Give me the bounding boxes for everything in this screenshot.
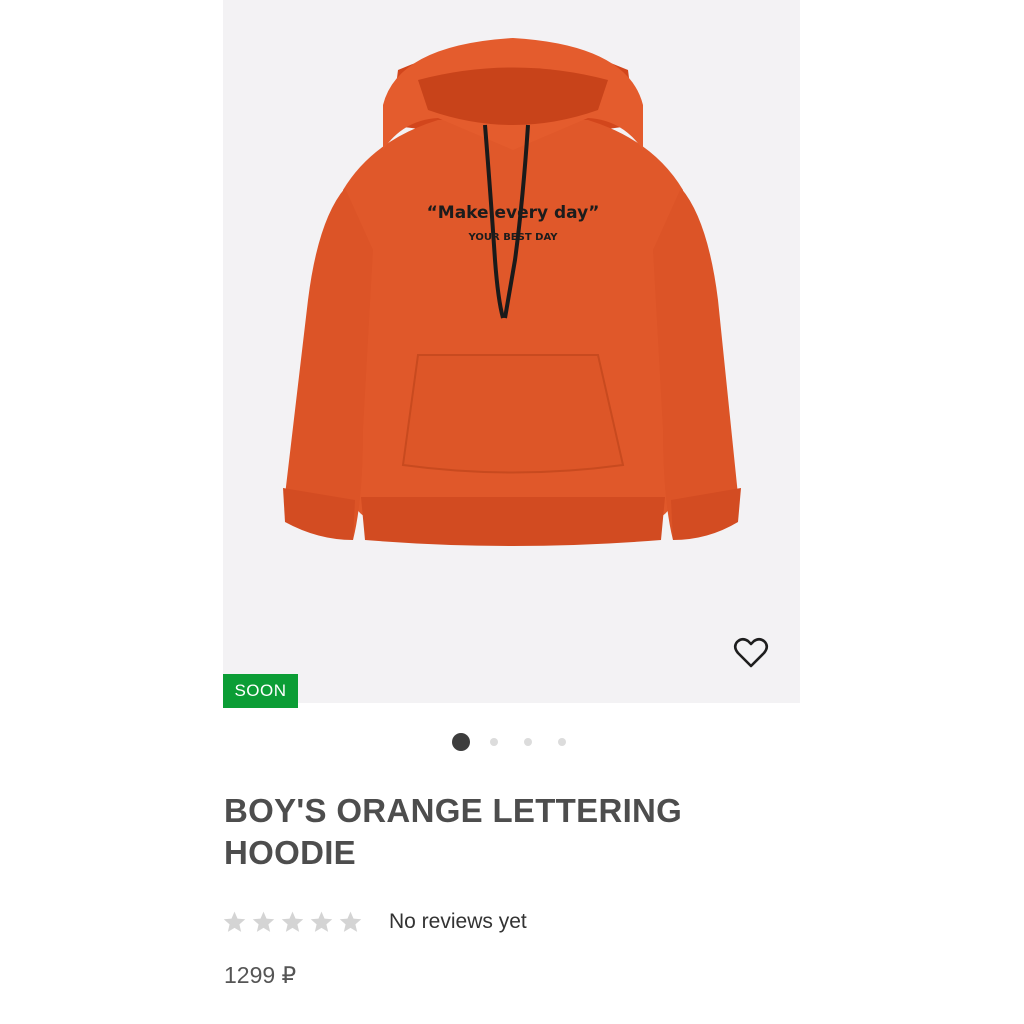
hoodie-print-line2: YOUR BEST DAY (468, 232, 559, 243)
product-page: “Make every day” YOUR BEST DAY SOON BOY'… (0, 0, 1024, 1024)
product-image-area[interactable]: “Make every day” YOUR BEST DAY (223, 0, 800, 703)
rating[interactable]: No reviews yet (222, 906, 527, 938)
star-icon (252, 911, 275, 932)
carousel-dot-4[interactable] (558, 738, 566, 746)
carousel-dot-2[interactable] (490, 738, 498, 746)
star-icon (310, 911, 333, 932)
rating-stars (222, 910, 363, 935)
carousel-dot-3[interactable] (524, 738, 532, 746)
product-price: 1299 ₽ (224, 962, 297, 988)
wishlist-button[interactable] (731, 633, 771, 673)
star-icon (223, 911, 246, 932)
hoodie-print-line1: “Make every day” (427, 203, 600, 223)
product-title: BOY'S ORANGE LETTERING HOODIE (224, 792, 683, 871)
reviews-text: No reviews yet (389, 910, 527, 933)
star-icon (339, 911, 362, 932)
carousel-dot-1[interactable] (452, 733, 470, 751)
soon-badge: SOON (223, 674, 298, 708)
star-icon (281, 911, 304, 932)
heart-outline-icon (733, 637, 769, 668)
product-image[interactable]: “Make every day” YOUR BEST DAY (223, 0, 800, 703)
carousel-dots (450, 731, 580, 751)
